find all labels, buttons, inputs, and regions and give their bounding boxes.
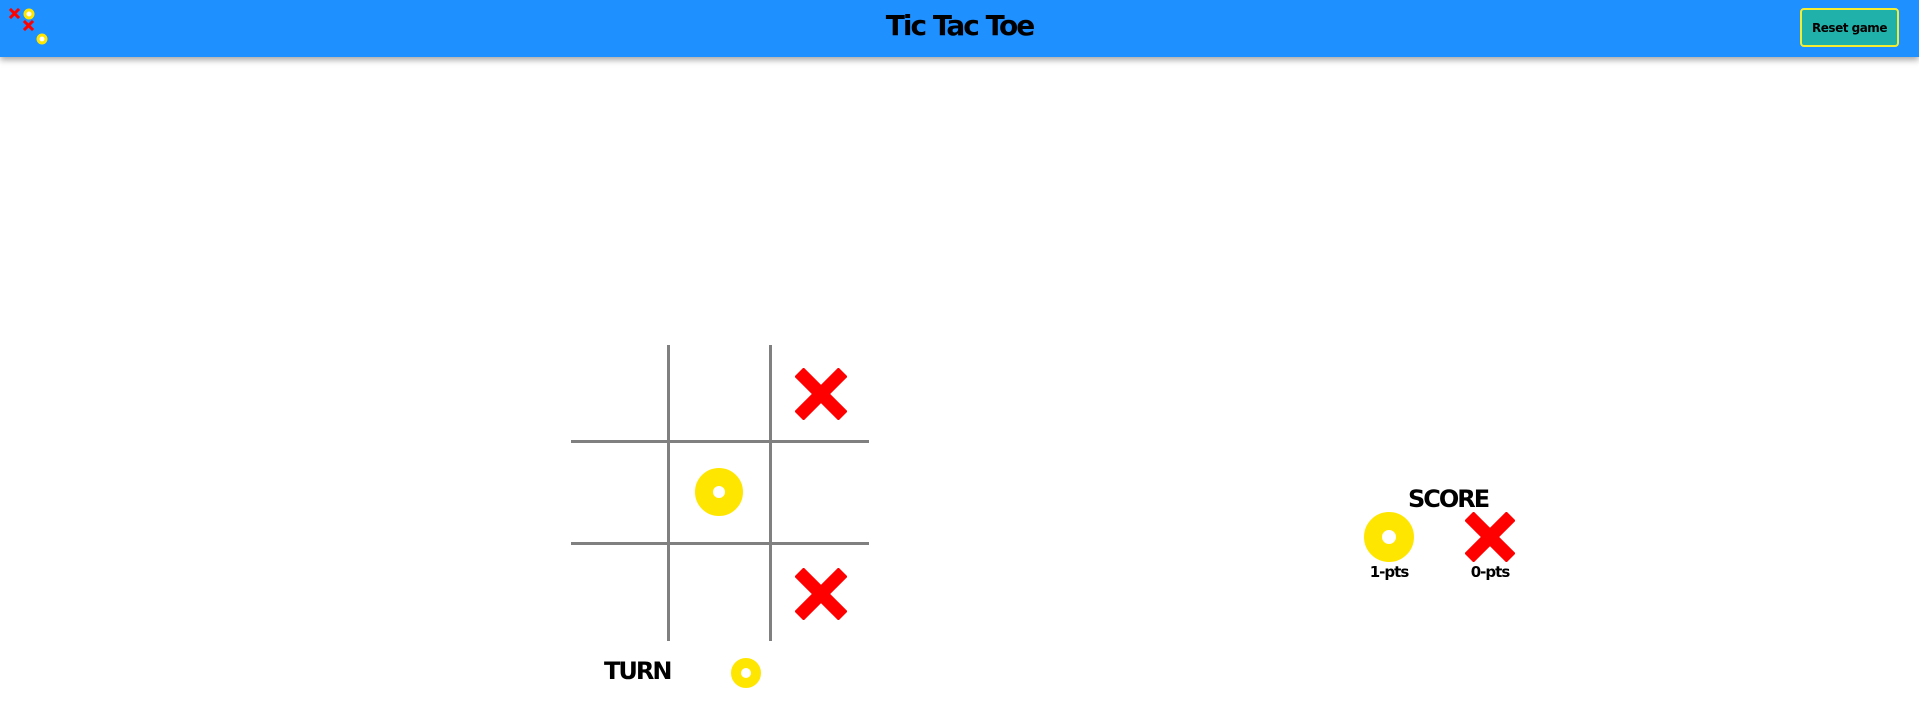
- x-mark-icon: [795, 568, 847, 620]
- board-cell-8[interactable]: [772, 545, 870, 643]
- page-title: Tic Tac Toe: [885, 9, 1035, 42]
- x-mark-icon: [795, 368, 847, 420]
- score-x-points: 0-pts: [1470, 563, 1511, 581]
- score-o-points: 1-pts: [1369, 563, 1410, 581]
- board-cell-0[interactable]: [571, 345, 669, 443]
- reset-game-button[interactable]: Reset game: [1800, 8, 1899, 47]
- turn-o-icon: [731, 658, 761, 688]
- turn-label: TURN: [604, 657, 672, 685]
- board-cell-1[interactable]: [670, 345, 768, 443]
- board-cell-7[interactable]: [670, 545, 768, 643]
- board-cell-2[interactable]: [772, 345, 870, 443]
- game-board: [571, 345, 869, 641]
- board-cell-4[interactable]: [670, 443, 768, 541]
- o-mark-icon: [695, 468, 743, 516]
- board-cell-5[interactable]: [772, 443, 870, 541]
- board-cell-6[interactable]: [571, 545, 669, 643]
- score-x-icon: [1465, 512, 1515, 562]
- score-o-icon: [1364, 512, 1414, 562]
- board-cell-3[interactable]: [571, 443, 669, 541]
- score-title: SCORE: [1408, 485, 1490, 513]
- app-header: Tic Tac Toe Reset game: [0, 0, 1919, 57]
